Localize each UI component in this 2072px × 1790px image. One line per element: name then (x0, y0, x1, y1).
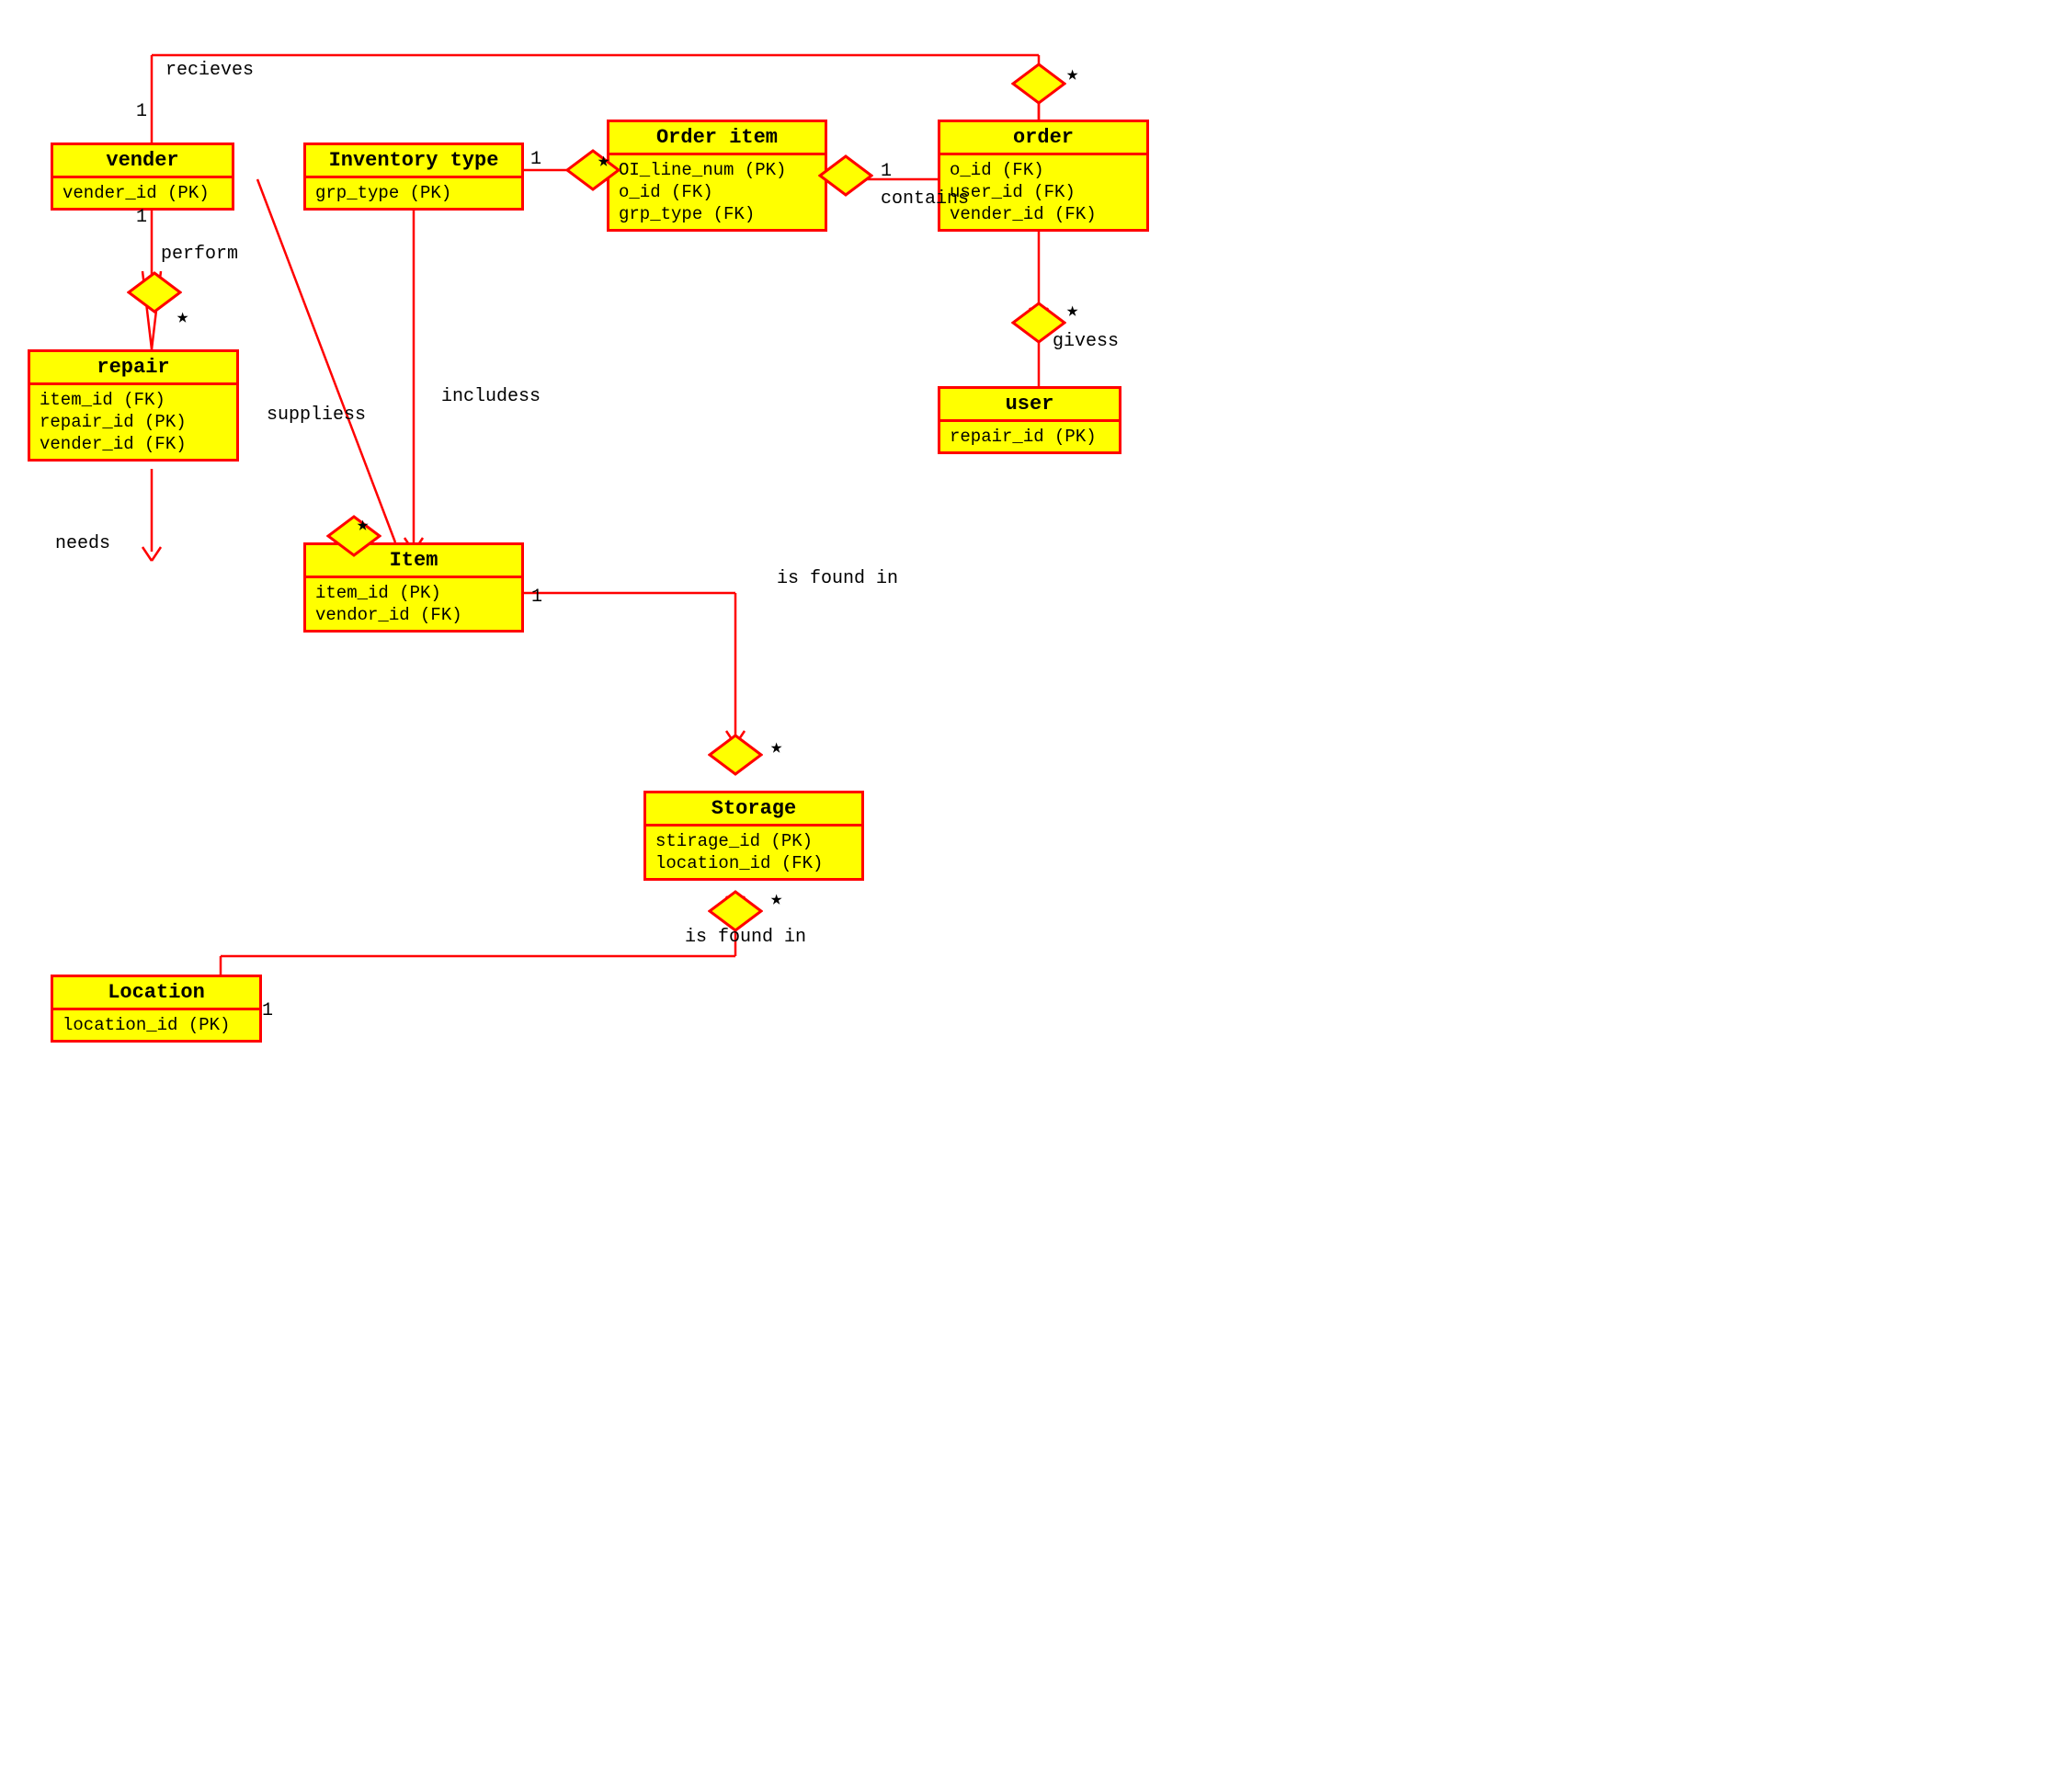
entity-order-body: o_id (FK) user_id (FK) vender_id (FK) (940, 155, 1146, 229)
entity-order-item: Order item OI_line_num (PK) o_id (FK) gr… (607, 120, 827, 232)
entity-user: user repair_id (PK) (938, 386, 1121, 454)
entity-user-title: user (940, 389, 1119, 422)
diamond-contains (818, 154, 873, 197)
entity-repair-field-2: vender_id (FK) (40, 433, 227, 455)
label-is-found-in-top: is found in (777, 568, 898, 589)
entity-storage-body: stirage_id (PK) location_id (FK) (646, 827, 861, 878)
entity-user-body: repair_id (PK) (940, 422, 1119, 451)
entity-storage-field-0: stirage_id (PK) (655, 830, 852, 852)
label-star-storage-top: ★ (770, 735, 782, 759)
diamond-recieves (1011, 63, 1066, 105)
entity-vender-body: vender_id (PK) (53, 178, 232, 208)
entity-order-item-field-0: OI_line_num (PK) (619, 159, 815, 181)
entity-vender-field-0: vender_id (PK) (63, 182, 222, 204)
entity-repair-body: item_id (FK) repair_id (PK) vender_id (F… (30, 385, 236, 459)
diamond-perform (127, 271, 182, 314)
label-star-user: ★ (1066, 299, 1078, 323)
label-star-storage-bottom: ★ (770, 887, 782, 911)
entity-user-field-0: repair_id (PK) (950, 426, 1110, 448)
label-star-order-top: ★ (1066, 63, 1078, 86)
entity-inventory-type-title: Inventory type (306, 145, 521, 178)
entity-storage-title: Storage (646, 793, 861, 827)
label-star-item: ★ (357, 513, 369, 537)
entity-order-title: order (940, 122, 1146, 155)
entity-order-field-2: vender_id (FK) (950, 203, 1137, 225)
label-1-item-right: 1 (531, 587, 542, 608)
entity-location-field-0: location_id (PK) (63, 1014, 250, 1036)
entity-order-item-title: Order item (609, 122, 825, 155)
entity-inventory-type-field-0: grp_type (PK) (315, 182, 512, 204)
label-star-repair: ★ (176, 305, 188, 329)
entity-item-body: item_id (PK) vendor_id (FK) (306, 578, 521, 630)
entity-item-field-1: vendor_id (FK) (315, 604, 512, 626)
label-perform: perform (161, 244, 238, 265)
label-suppliess: suppliess (267, 405, 366, 426)
entity-storage: Storage stirage_id (PK) location_id (FK) (643, 791, 864, 881)
entity-order-item-field-1: o_id (FK) (619, 181, 815, 203)
label-1-location: 1 (262, 1000, 273, 1021)
entity-repair-field-0: item_id (FK) (40, 389, 227, 411)
entity-location-title: Location (53, 977, 259, 1010)
entity-inventory-type-body: grp_type (PK) (306, 178, 521, 208)
label-1-vender-perform: 1 (136, 207, 147, 228)
label-1-inv-orderitem: 1 (530, 149, 541, 170)
label-1-vender-top: 1 (136, 101, 147, 122)
entity-order: order o_id (FK) user_id (FK) vender_id (… (938, 120, 1149, 232)
entity-repair-field-1: repair_id (PK) (40, 411, 227, 433)
entity-location-body: location_id (PK) (53, 1010, 259, 1040)
entity-repair: repair item_id (FK) repair_id (PK) vende… (28, 349, 239, 462)
diamond-suppliess (326, 515, 381, 557)
label-recieves: recieves (165, 60, 254, 81)
entity-vender-title: vender (53, 145, 232, 178)
entity-repair-title: repair (30, 352, 236, 385)
entity-location: Location location_id (PK) (51, 975, 262, 1043)
entity-inventory-type: Inventory type grp_type (PK) (303, 143, 524, 211)
label-needs: needs (55, 533, 110, 554)
diamond-is-found-in-top (708, 734, 763, 776)
entity-storage-field-1: location_id (FK) (655, 852, 852, 874)
label-is-found-in-bottom: is found in (685, 927, 806, 948)
entity-order-item-body: OI_line_num (PK) o_id (FK) grp_type (FK) (609, 155, 825, 229)
entity-order-item-field-2: grp_type (FK) (619, 203, 815, 225)
diamond-includes (565, 149, 620, 191)
entity-order-field-0: o_id (FK) (950, 159, 1137, 181)
label-givess: givess (1053, 331, 1119, 352)
entity-vender: vender vender_id (PK) (51, 143, 234, 211)
label-1-order-left: 1 (881, 161, 892, 182)
entity-order-field-1: user_id (FK) (950, 181, 1137, 203)
entity-item-field-0: item_id (PK) (315, 582, 512, 604)
label-includess: includess (441, 386, 541, 407)
label-star-orderitem: ★ (598, 149, 609, 173)
label-contains: contains (881, 188, 969, 210)
